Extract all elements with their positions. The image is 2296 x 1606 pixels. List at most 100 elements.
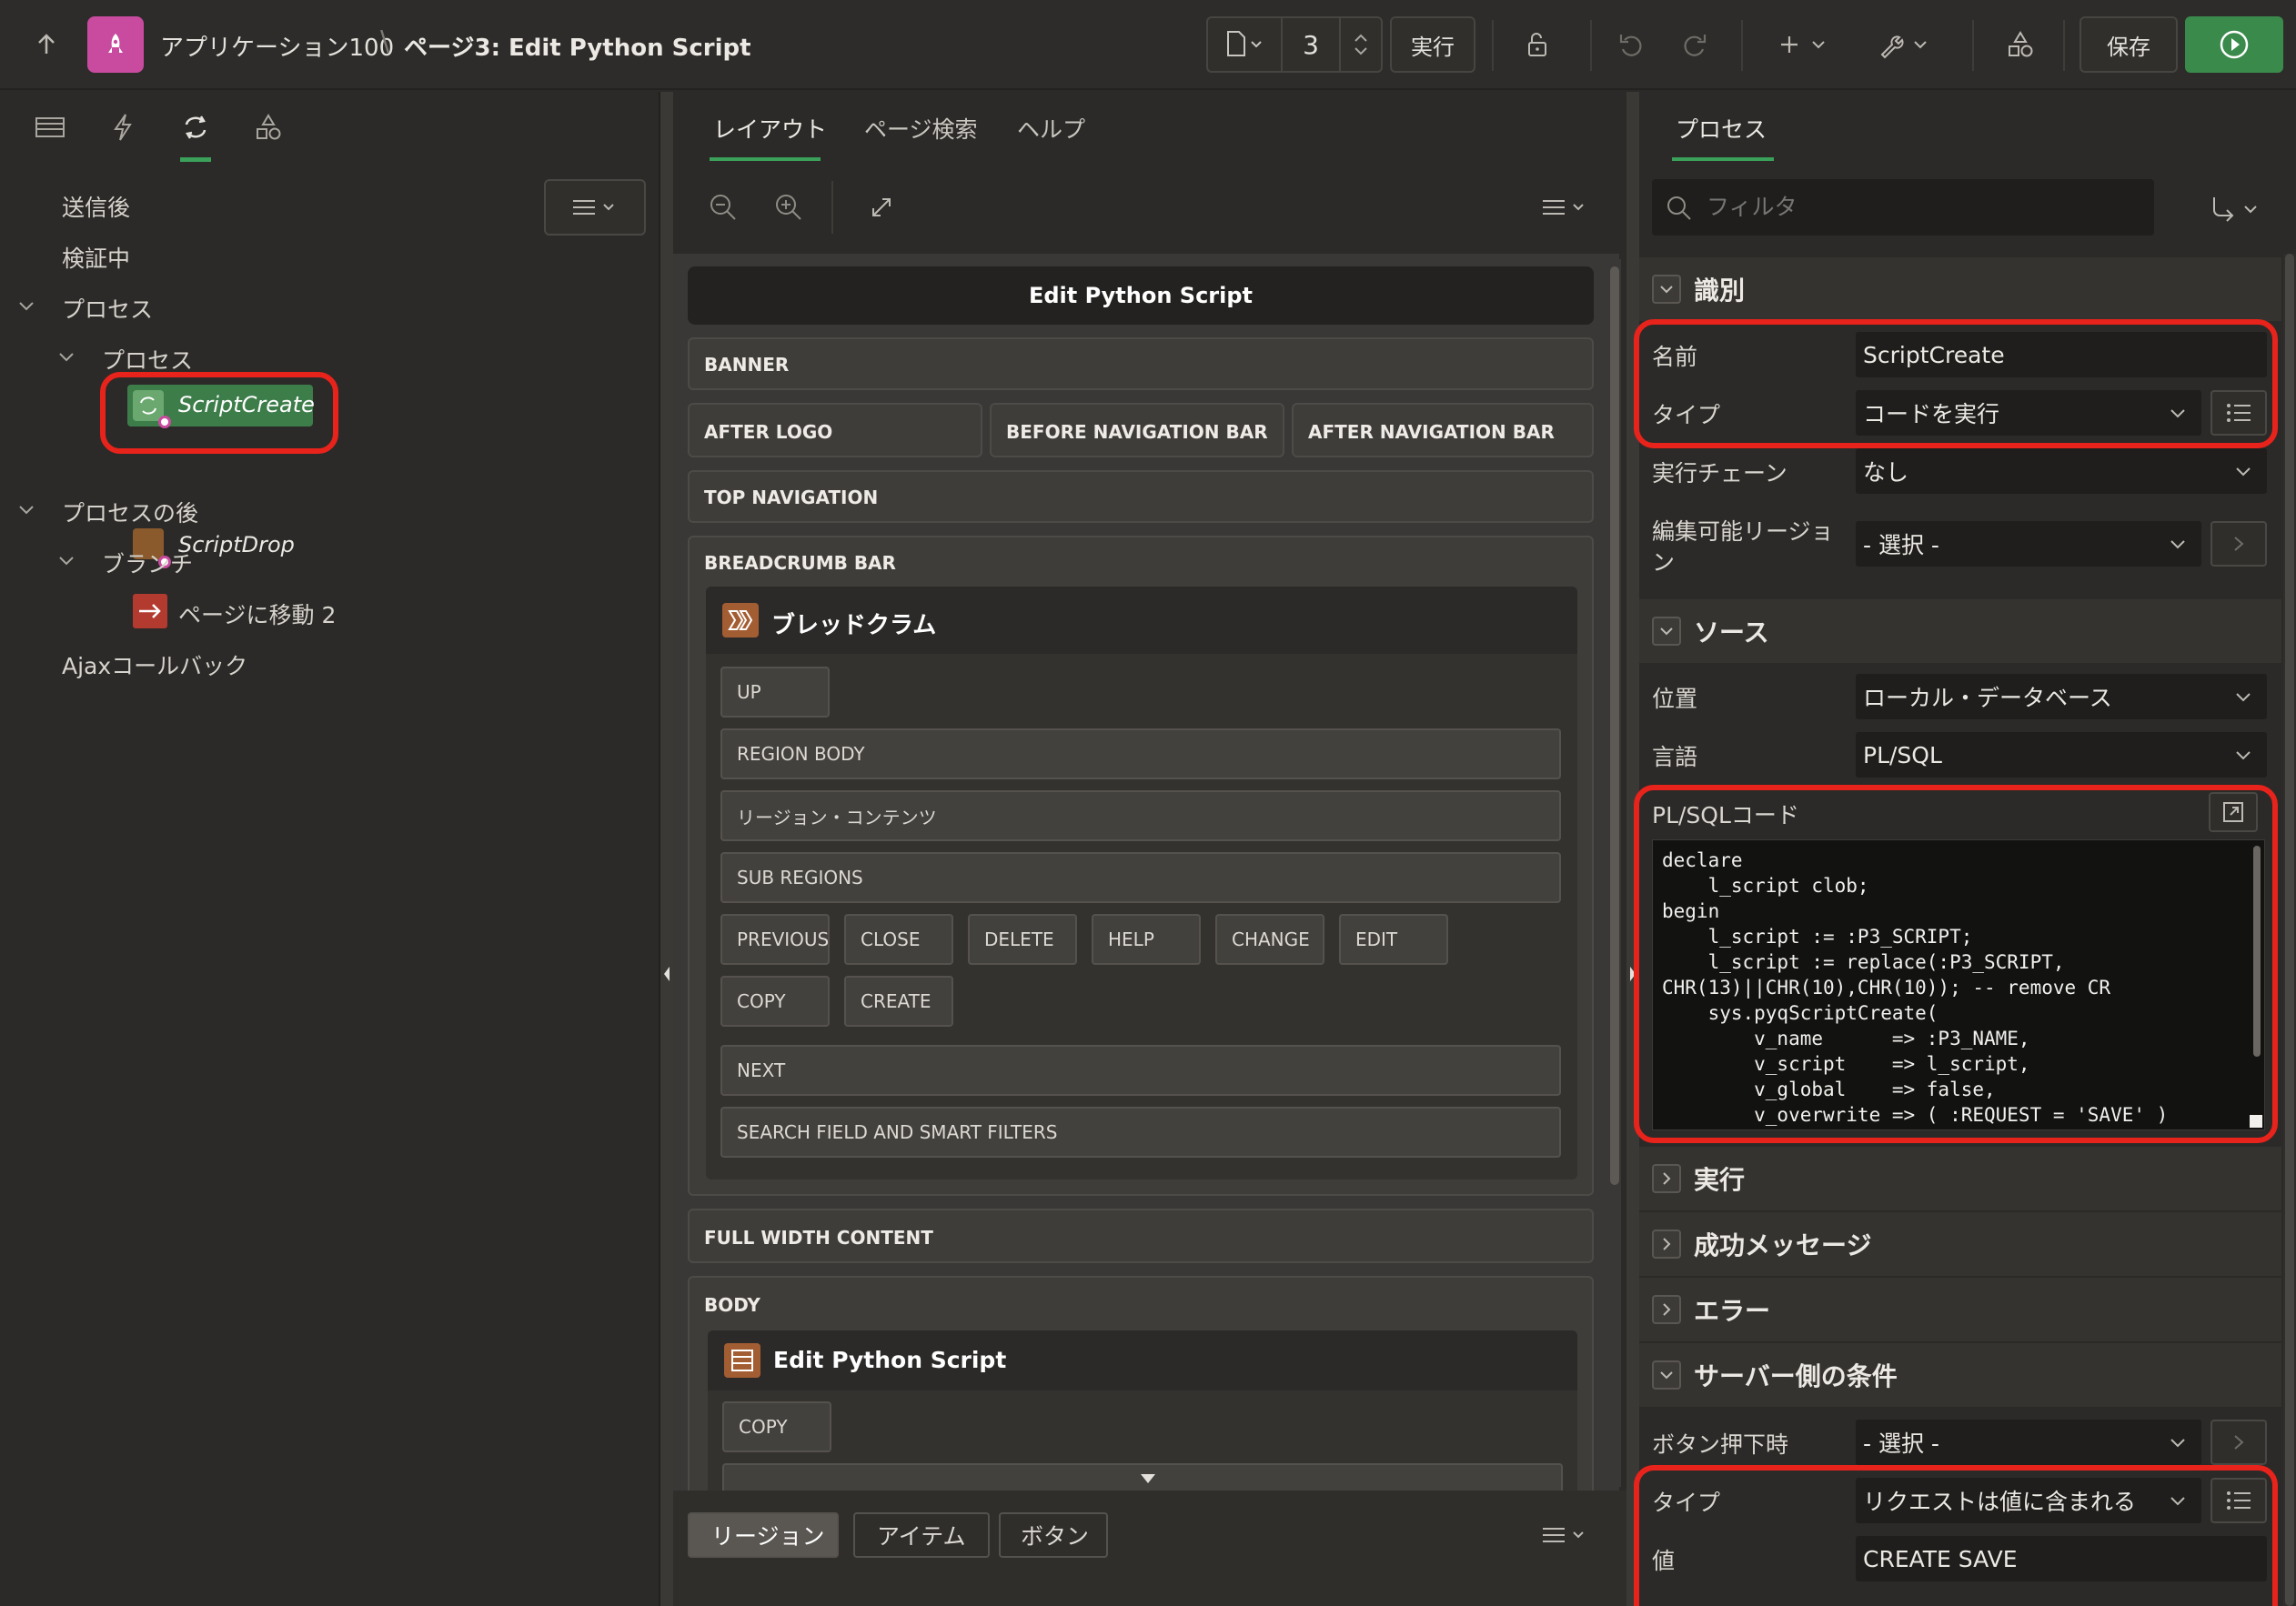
slot-help[interactable]: HELP <box>1092 914 1201 965</box>
scrollbar-thumb[interactable] <box>1610 266 1619 1185</box>
tab-layout[interactable]: レイアウト <box>713 112 827 145</box>
slot-after-navigation-bar[interactable]: AFTER NAVIGATION BAR <box>1292 403 1594 457</box>
section-toggle[interactable] <box>1652 617 1681 646</box>
processing-tab-icon[interactable] <box>173 105 218 150</box>
app-name-link[interactable]: アプリケーション100 <box>160 29 394 63</box>
section-server-condition[interactable]: サーバー側の条件 <box>1639 1343 2281 1407</box>
section-identification[interactable]: 識別 <box>1639 257 2281 321</box>
scroll-down-indicator[interactable] <box>1139 1472 1157 1485</box>
redo-icon[interactable] <box>1672 22 1717 67</box>
layout-menu-icon[interactable] <box>1528 185 1601 230</box>
zoom-out-icon[interactable] <box>700 185 746 230</box>
breadcrumb-region[interactable]: ブレッドクラム UP REGION BODY リージョン・コンテンツ SUB R… <box>706 587 1577 1179</box>
gallery-tab-regions[interactable]: リージョン <box>688 1512 839 1558</box>
tree-node-go-to-page[interactable]: ページに移動 2 <box>178 597 336 630</box>
chevron-down-icon[interactable] <box>16 499 36 519</box>
page-shared-components-tab-icon[interactable] <box>246 105 291 150</box>
section-source[interactable]: ソース <box>1639 599 2281 663</box>
type-list-button[interactable] <box>2210 390 2267 436</box>
section-toggle[interactable] <box>1652 275 1681 304</box>
slot-before-navigation-bar[interactable]: BEFORE NAVIGATION BAR <box>990 403 1284 457</box>
undo-icon[interactable] <box>1608 22 1654 67</box>
tab-page-search[interactable]: ページ検索 <box>864 112 978 145</box>
resize-handle-icon[interactable] <box>2250 1115 2262 1128</box>
gallery-tab-items[interactable]: アイテム <box>853 1512 990 1558</box>
editable-region-select[interactable]: - 選択 - <box>1856 521 2201 567</box>
chevron-down-icon[interactable] <box>56 346 76 366</box>
tree-node-after-submit[interactable]: 送信後 <box>62 190 130 223</box>
filter-input[interactable] <box>1707 188 2134 225</box>
section-success-message[interactable]: 成功メッセージ <box>1639 1212 2281 1276</box>
slot-up[interactable]: UP <box>720 667 830 718</box>
when-button-pressed-select[interactable]: - 選択 - <box>1856 1420 2201 1465</box>
name-field[interactable]: ScriptCreate <box>1856 332 2267 377</box>
section-execution[interactable]: 実行 <box>1639 1147 2281 1210</box>
shared-components-icon[interactable] <box>1998 22 2043 67</box>
go-button[interactable]: 実行 <box>1390 16 1475 73</box>
create-menu-icon[interactable] <box>1774 22 1838 67</box>
tab-process[interactable]: プロセス <box>1676 112 1767 145</box>
filter-field[interactable] <box>1652 179 2154 236</box>
code-scrollbar-thumb[interactable] <box>2253 846 2261 1057</box>
slot-sub-regions[interactable]: SUB REGIONS <box>720 852 1561 903</box>
slot-previous[interactable]: PREVIOUS <box>720 914 830 965</box>
app-icon[interactable] <box>87 16 144 73</box>
tree-node-validating[interactable]: 検証中 <box>62 241 130 274</box>
run-page-button[interactable] <box>2185 16 2283 73</box>
condition-type-list-button[interactable] <box>2210 1478 2267 1523</box>
tree-node-branch[interactable]: ブランチ <box>102 547 193 579</box>
body-region[interactable]: Edit Python Script COPY <box>708 1330 1577 1491</box>
tab-help[interactable]: ヘルプ <box>1017 112 1085 145</box>
zoom-in-icon[interactable] <box>766 185 811 230</box>
section-toggle[interactable] <box>1652 1295 1681 1324</box>
expand-icon[interactable] <box>859 185 904 230</box>
page-type-dropdown[interactable] <box>1206 16 1283 73</box>
chevron-down-icon[interactable] <box>56 550 76 570</box>
slot-change[interactable]: CHANGE <box>1215 914 1324 965</box>
go-to-group-icon[interactable] <box>2200 186 2272 232</box>
right-splitter[interactable] <box>1626 92 1639 1606</box>
up-arrow-icon[interactable] <box>24 22 69 67</box>
slot-close[interactable]: CLOSE <box>844 914 953 965</box>
gallery-tab-buttons[interactable]: ボタン <box>999 1512 1108 1558</box>
collapse-left-icon[interactable] <box>662 965 671 983</box>
slot-copy[interactable]: COPY <box>720 976 830 1027</box>
save-button[interactable]: 保存 <box>2079 16 2178 73</box>
tree-node-after-processing[interactable]: プロセスの後 <box>62 496 198 528</box>
tree-node-processes-sub[interactable]: プロセス <box>102 343 193 376</box>
slot-body[interactable]: BODY Edit Python Script COPY <box>688 1276 1594 1491</box>
page-stepper[interactable] <box>1339 16 1383 73</box>
slot-delete[interactable]: DELETE <box>968 914 1077 965</box>
gallery-menu-icon[interactable] <box>1528 1512 1601 1558</box>
slot-next[interactable]: NEXT <box>720 1045 1561 1096</box>
section-toggle[interactable] <box>1652 1164 1681 1193</box>
page-title-bar[interactable]: Edit Python Script <box>688 266 1594 325</box>
tree-node-scriptcreate[interactable]: ScriptCreate <box>127 385 315 428</box>
chevron-down-icon[interactable] <box>1353 45 1369 57</box>
slot-banner[interactable]: BANNER <box>688 337 1594 390</box>
slot-after-logo[interactable]: AFTER LOGO <box>688 403 982 457</box>
section-toggle[interactable] <box>1652 1360 1681 1390</box>
dynamic-actions-tab-icon[interactable] <box>100 105 146 150</box>
language-select[interactable]: PL/SQL <box>1856 732 2267 778</box>
wrench-icon[interactable] <box>1874 22 1938 67</box>
slot-create[interactable]: CREATE <box>844 976 953 1027</box>
tree-menu-button[interactable] <box>544 179 646 236</box>
scrollbar-thumb[interactable] <box>2285 254 2294 1606</box>
property-scrollbar[interactable] <box>2283 254 2296 1606</box>
tree-node-processes[interactable]: プロセス <box>62 292 153 325</box>
collapse-right-icon[interactable] <box>1628 965 1637 983</box>
location-select[interactable]: ローカル・データベース <box>1856 674 2267 719</box>
slot-copy[interactable]: COPY <box>722 1401 831 1452</box>
editable-region-go-button[interactable] <box>2210 521 2267 567</box>
lock-icon[interactable] <box>1514 22 1559 67</box>
slot-region-contents[interactable]: リージョン・コンテンツ <box>720 790 1561 841</box>
slot-top-navigation[interactable]: TOP NAVIGATION <box>688 470 1594 523</box>
when-button-pressed-go-button[interactable] <box>2210 1420 2267 1465</box>
left-splitter[interactable] <box>660 92 673 1606</box>
canvas-scrollbar[interactable] <box>1608 259 1621 1487</box>
tree-node-ajax-callback[interactable]: Ajaxコールバック <box>62 648 247 681</box>
type-select[interactable]: コードを実行 <box>1856 390 2201 436</box>
section-toggle[interactable] <box>1652 1230 1681 1259</box>
condition-type-select[interactable]: リクエストは値に含まれる <box>1856 1478 2201 1523</box>
